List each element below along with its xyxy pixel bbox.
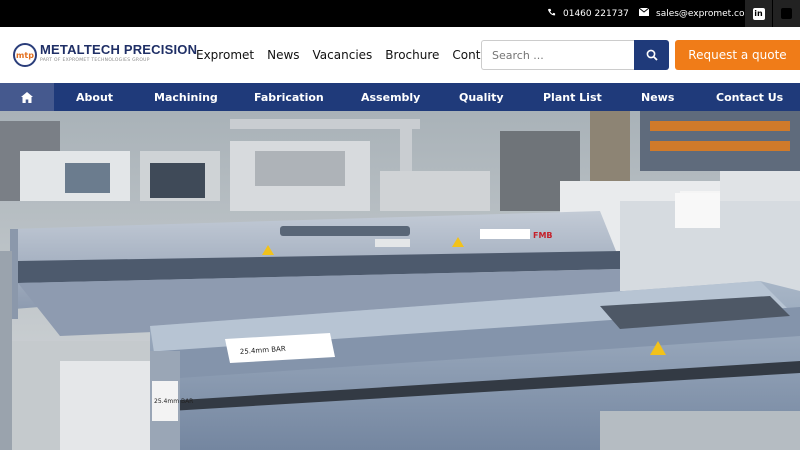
nav-machining[interactable]: Machining bbox=[154, 83, 218, 111]
main-nav: Expromet News Vacancies Brochure Contact bbox=[196, 48, 499, 62]
main-nav-brochure[interactable]: Brochure bbox=[385, 48, 439, 62]
fmb-label: FMB bbox=[533, 231, 553, 240]
linkedin-icon: in bbox=[752, 7, 765, 20]
logo-tagline: PART OF EXPROMET TECHNOLOGIES GROUP bbox=[40, 58, 150, 63]
nav-fabrication[interactable]: Fabrication bbox=[254, 83, 324, 111]
site-logo[interactable]: mtp METALTECH PRECISION PART OF EXPROMET… bbox=[13, 43, 197, 67]
main-nav-vacancies[interactable]: Vacancies bbox=[313, 48, 373, 62]
nav-about[interactable]: About bbox=[76, 83, 113, 111]
search-form bbox=[481, 40, 669, 70]
linkedin-button[interactable]: in bbox=[745, 0, 772, 27]
email-address: sales@expromet.com bbox=[656, 8, 754, 19]
nav-quality[interactable]: Quality bbox=[459, 83, 504, 111]
phone-link[interactable]: 01460 221737 bbox=[547, 0, 629, 27]
request-quote-button[interactable]: Request a quote bbox=[675, 40, 800, 70]
mail-icon bbox=[638, 7, 650, 19]
logo-name: METALTECH PRECISION bbox=[40, 42, 198, 57]
home-icon bbox=[21, 91, 33, 103]
main-nav-news[interactable]: News bbox=[267, 48, 299, 62]
nav-contact-us[interactable]: Contact Us bbox=[716, 83, 783, 111]
main-nav-expromet[interactable]: Expromet bbox=[196, 48, 254, 62]
phone-icon bbox=[547, 8, 556, 20]
primary-nav: About Machining Fabrication Assembly Qua… bbox=[0, 83, 800, 111]
nav-plant-list[interactable]: Plant List bbox=[543, 83, 602, 111]
nav-assembly[interactable]: Assembly bbox=[361, 83, 420, 111]
top-bar: 01460 221737 sales@expromet.com in bbox=[0, 0, 800, 27]
email-link[interactable]: sales@expromet.com bbox=[638, 0, 754, 27]
x-button[interactable] bbox=[773, 0, 800, 27]
logo-mark: mtp bbox=[13, 43, 37, 67]
x-icon bbox=[781, 8, 792, 19]
search-input[interactable] bbox=[481, 40, 634, 70]
hero-image: FMB 25.4mm BAR 25.4mm BAR bbox=[0, 111, 800, 450]
nav-news[interactable]: News bbox=[641, 83, 674, 111]
search-icon bbox=[646, 49, 658, 61]
site-header: mtp METALTECH PRECISION PART OF EXPROMET… bbox=[0, 27, 800, 83]
phone-number: 01460 221737 bbox=[563, 8, 629, 19]
search-button[interactable] bbox=[634, 40, 669, 70]
factory-floor-image: FMB 25.4mm BAR 25.4mm BAR bbox=[0, 111, 800, 450]
bar-label-2: 25.4mm BAR bbox=[154, 398, 193, 405]
home-button[interactable] bbox=[0, 83, 54, 111]
